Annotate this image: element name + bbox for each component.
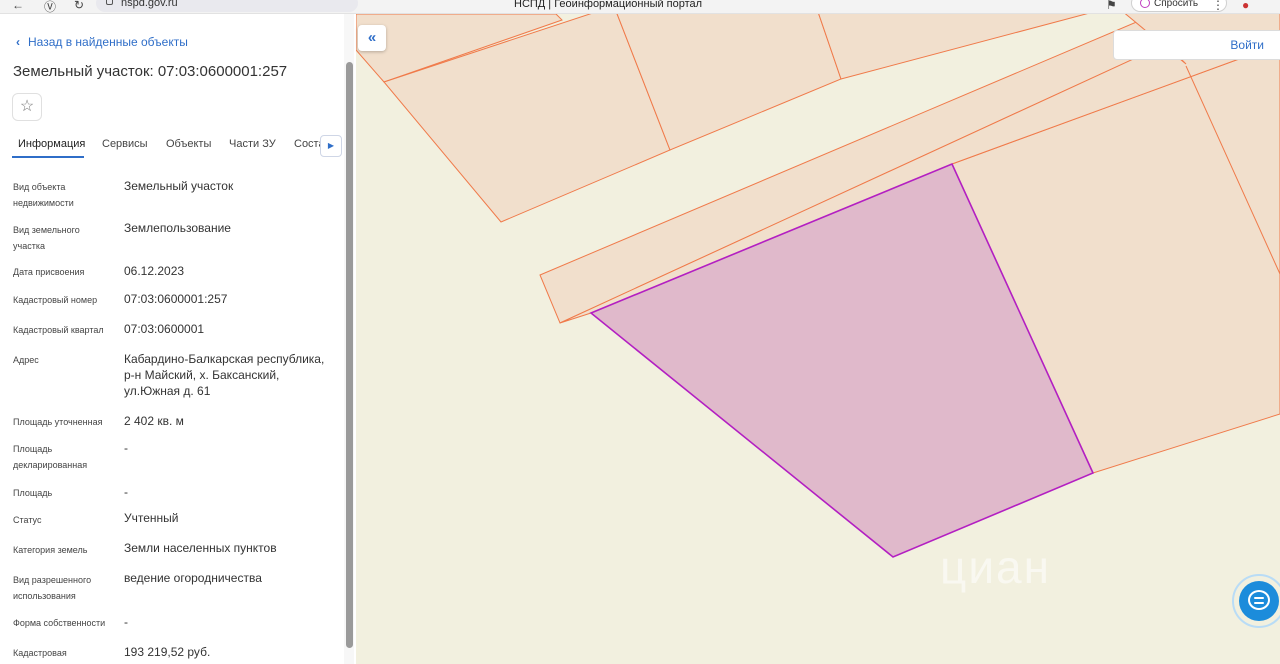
ask-label: Спросить bbox=[1154, 0, 1199, 9]
tab-parts[interactable]: Части ЗУ bbox=[229, 138, 276, 150]
label-cadastral-quarter: Кадастровый квартал bbox=[13, 325, 104, 335]
chat-bubble-icon bbox=[1239, 581, 1279, 621]
yandex-icon[interactable]: Ⓥ bbox=[44, 0, 56, 15]
more-menu-icon[interactable]: ⋮ bbox=[1212, 0, 1224, 12]
label-permitted-use: Вид разрешенного использования bbox=[13, 575, 92, 601]
value-land-category: Земли населенных пунктов bbox=[124, 541, 277, 555]
bookmark-icon[interactable]: ⚑ bbox=[1106, 0, 1117, 12]
label-area: Площадь bbox=[13, 488, 53, 498]
chevron-left-icon: ‹ bbox=[16, 35, 20, 49]
value-parcel-type: Землепользование bbox=[124, 221, 231, 235]
label-status: Статус bbox=[13, 515, 42, 525]
star-icon: ☆ bbox=[19, 98, 35, 115]
favorite-button[interactable]: ☆ bbox=[12, 93, 42, 121]
tab-title: НСПД | Геоинформационный портал bbox=[514, 0, 703, 10]
collapse-panel-button[interactable]: « bbox=[358, 25, 386, 51]
value-cadastral-value: 193 219,52 руб. bbox=[124, 645, 211, 659]
chat-button[interactable] bbox=[1232, 574, 1280, 628]
bubble-line-2 bbox=[1254, 602, 1264, 604]
label-area-specified: Площадь уточненная bbox=[13, 417, 103, 427]
sparkle-icon bbox=[1140, 0, 1150, 8]
value-status: Учтенный bbox=[124, 511, 179, 525]
value-area: - bbox=[124, 485, 128, 499]
label-ownership: Форма собственности bbox=[13, 618, 106, 628]
label-address: Адрес bbox=[13, 355, 39, 365]
value-permitted-use: ведение огородничества bbox=[124, 571, 262, 585]
label-object-type: Вид объекта недвижимости bbox=[13, 182, 74, 208]
double-chevron-left-icon: « bbox=[367, 29, 377, 46]
back-arrow-icon[interactable]: ← bbox=[12, 0, 24, 12]
value-cadastral-quarter: 07:03:0600001 bbox=[124, 322, 205, 336]
back-to-results-link[interactable]: ‹ Назад в найденные объекты bbox=[16, 35, 188, 49]
lock-icon bbox=[106, 0, 113, 5]
label-area-declared: Площадь декларированная bbox=[13, 444, 88, 470]
value-ownership: - bbox=[124, 615, 128, 629]
value-address: Кабардино-Балкарская республика, р-н Май… bbox=[124, 352, 325, 398]
reload-icon[interactable]: ↻ bbox=[74, 0, 84, 12]
extension-icon[interactable]: ● bbox=[1242, 0, 1249, 12]
label-assignment-date: Дата присвоения bbox=[13, 267, 85, 277]
panel-scrollbar-thumb[interactable] bbox=[346, 62, 353, 648]
tab-services[interactable]: Сервисы bbox=[102, 138, 148, 150]
tabs-scroll-right-button[interactable]: ▶ bbox=[320, 135, 342, 157]
value-assignment-date: 06.12.2023 bbox=[124, 264, 185, 278]
map-canvas[interactable] bbox=[356, 14, 1280, 664]
label-land-category: Категория земель bbox=[13, 545, 88, 555]
active-tab-indicator bbox=[12, 156, 84, 158]
bubble-line-1 bbox=[1254, 597, 1264, 599]
label-parcel-type: Вид земельного участка bbox=[13, 225, 80, 251]
map-view[interactable] bbox=[356, 14, 1280, 664]
object-info-panel bbox=[0, 14, 356, 664]
triangle-right-icon: ▶ bbox=[327, 141, 335, 150]
value-cadastral-number: 07:03:0600001:257 bbox=[124, 292, 228, 306]
bubble-outline bbox=[1248, 590, 1270, 610]
value-object-type: Земельный участок bbox=[124, 179, 234, 193]
value-area-declared: - bbox=[124, 441, 128, 455]
page-title: Земельный участок: 07:03:0600001:257 bbox=[13, 63, 288, 80]
tab-information[interactable]: Информация bbox=[18, 138, 85, 150]
value-area-specified: 2 402 кв. м bbox=[124, 414, 184, 428]
url-text: nspd.gov.ru bbox=[121, 0, 178, 9]
back-label: Назад в найденные объекты bbox=[28, 35, 188, 49]
label-cadastral-value: Кадастровая bbox=[13, 648, 67, 658]
cian-watermark: циан bbox=[940, 541, 1052, 593]
address-bar[interactable]: nspd.gov.ru bbox=[96, 0, 358, 12]
label-cadastral-number: Кадастровый номер bbox=[13, 295, 98, 305]
login-button[interactable]: Войти bbox=[1113, 30, 1280, 60]
tab-objects[interactable]: Объекты bbox=[166, 138, 211, 150]
browser-toolbar: ← Ⓥ ↻ nspd.gov.ru НСПД | Геоинформационн… bbox=[0, 0, 1280, 14]
